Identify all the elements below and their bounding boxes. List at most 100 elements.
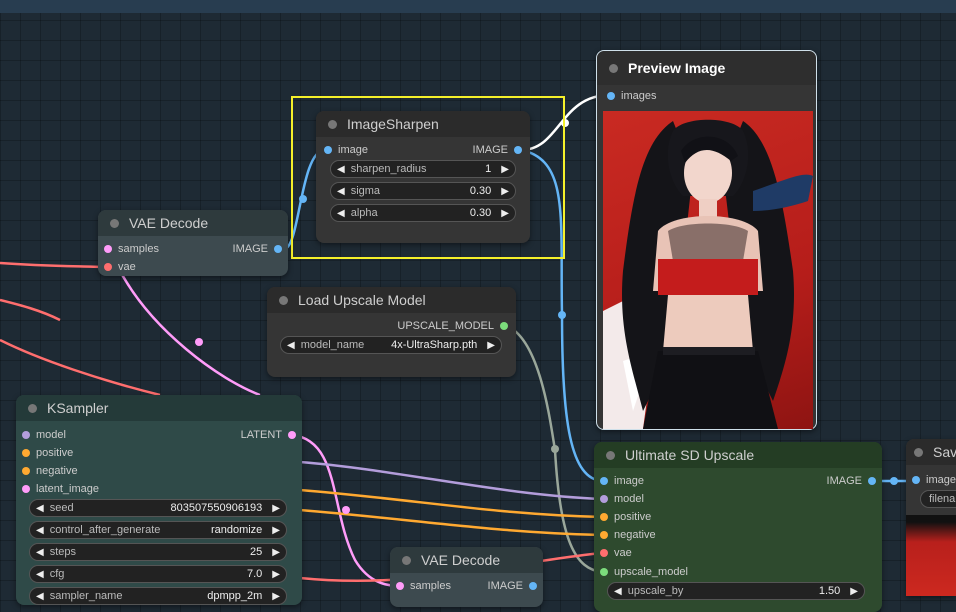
input-dot-icon[interactable] <box>912 476 920 484</box>
arrow-right-icon[interactable]: ▶ <box>501 164 509 175</box>
arrow-right-icon[interactable]: ▶ <box>501 208 509 219</box>
node-ultimate-sd-upscale[interactable]: Ultimate SD Upscale image model positive… <box>594 442 882 612</box>
arrow-left-icon[interactable]: ◀ <box>36 503 44 514</box>
arrow-left-icon[interactable]: ◀ <box>36 591 44 602</box>
input-slot-images[interactable]: images <box>908 473 956 487</box>
output-slot-image[interactable]: IMAGE <box>233 242 286 256</box>
arrow-left-icon[interactable]: ◀ <box>337 208 345 219</box>
input-dot-icon[interactable] <box>600 513 608 521</box>
widget-control-after-generate[interactable]: ◀ control_after_generate randomize ▶ <box>29 521 287 539</box>
widget-seed[interactable]: ◀ seed 803507550906193 ▶ <box>29 499 287 517</box>
node-title-bar[interactable]: VAE Decode <box>98 210 288 236</box>
input-dot-icon[interactable] <box>104 245 112 253</box>
arrow-right-icon[interactable]: ▶ <box>850 586 858 597</box>
circle-dot-icon[interactable] <box>328 119 337 129</box>
widget-upscale-by[interactable]: ◀ upscale_by 1.50 ▶ <box>607 582 865 600</box>
output-dot-icon[interactable] <box>868 477 876 485</box>
widget-sigma[interactable]: ◀ sigma 0.30 ▶ <box>330 182 516 200</box>
input-slot-positive[interactable]: positive <box>18 446 73 460</box>
widget-sharpen-radius[interactable]: ◀ sharpen_radius 1 ▶ <box>330 160 516 178</box>
input-dot-icon[interactable] <box>396 582 404 590</box>
input-slot-vae[interactable]: vae <box>100 260 136 274</box>
arrow-right-icon[interactable]: ▶ <box>487 340 495 351</box>
output-slot-upscale-model[interactable]: UPSCALE_MODEL <box>397 319 512 333</box>
input-dot-icon[interactable] <box>600 531 608 539</box>
input-slot-image[interactable]: image <box>320 143 368 157</box>
node-title-bar[interactable]: ImageSharpen <box>316 111 530 137</box>
input-dot-icon[interactable] <box>22 485 30 493</box>
output-dot-icon[interactable] <box>514 146 522 154</box>
arrow-left-icon[interactable]: ◀ <box>36 547 44 558</box>
node-vae-decode-2[interactable]: VAE Decode samples IMAGE <box>390 547 543 607</box>
input-dot-icon[interactable] <box>600 549 608 557</box>
arrow-right-icon[interactable]: ▶ <box>272 503 280 514</box>
input-slot-samples[interactable]: samples <box>392 579 451 593</box>
node-preview-image[interactable]: Preview Image images <box>596 50 817 430</box>
output-slot-image[interactable]: IMAGE <box>473 143 526 157</box>
input-slot-model[interactable]: model <box>596 492 644 506</box>
widget-steps[interactable]: ◀ steps 25 ▶ <box>29 543 287 561</box>
input-dot-icon[interactable] <box>324 146 332 154</box>
input-dot-icon[interactable] <box>607 92 615 100</box>
widget-alpha[interactable]: ◀ alpha 0.30 ▶ <box>330 204 516 222</box>
circle-dot-icon[interactable] <box>914 447 923 457</box>
node-image-sharpen[interactable]: ImageSharpen image IMAGE ◀ sharpen_radiu… <box>316 111 530 243</box>
arrow-right-icon[interactable]: ▶ <box>272 525 280 536</box>
input-dot-icon[interactable] <box>600 477 608 485</box>
arrow-left-icon[interactable]: ◀ <box>614 586 622 597</box>
arrow-right-icon[interactable]: ▶ <box>272 547 280 558</box>
input-dot-icon[interactable] <box>104 263 112 271</box>
node-load-upscale-model[interactable]: Load Upscale Model UPSCALE_MODEL ◀ model… <box>267 287 516 377</box>
input-dot-icon[interactable] <box>600 495 608 503</box>
widget-filename-prefix[interactable]: filena <box>920 490 956 508</box>
input-slot-vae[interactable]: vae <box>596 546 632 560</box>
input-slot-images[interactable]: images <box>603 89 656 103</box>
node-title-bar[interactable]: Preview Image <box>597 51 816 85</box>
arrow-right-icon[interactable]: ▶ <box>272 569 280 580</box>
node-title-bar[interactable]: Ultimate SD Upscale <box>594 442 882 468</box>
output-slot-image[interactable]: IMAGE <box>488 579 541 593</box>
widget-cfg[interactable]: ◀ cfg 7.0 ▶ <box>29 565 287 583</box>
input-slot-model[interactable]: model <box>18 428 66 442</box>
input-dot-icon[interactable] <box>22 431 30 439</box>
node-title-bar[interactable]: Sav <box>906 439 956 465</box>
input-slot-samples[interactable]: samples <box>100 242 159 256</box>
input-slot-image[interactable]: image <box>596 474 644 488</box>
input-slot-latent-image[interactable]: latent_image <box>18 482 99 496</box>
output-dot-icon[interactable] <box>288 431 296 439</box>
node-save-image[interactable]: Sav images filena <box>906 439 956 596</box>
input-dot-icon[interactable] <box>22 449 30 457</box>
circle-dot-icon[interactable] <box>402 555 411 565</box>
output-slot-latent[interactable]: LATENT <box>241 428 300 442</box>
input-slot-negative[interactable]: negative <box>18 464 78 478</box>
node-title: KSampler <box>47 400 109 416</box>
input-slot-positive[interactable]: positive <box>596 510 651 524</box>
widget-sampler-name[interactable]: ◀ sampler_name dpmpp_2m ▶ <box>29 587 287 605</box>
output-dot-icon[interactable] <box>500 322 508 330</box>
node-ksampler[interactable]: KSampler model positive negative latent_… <box>16 395 302 605</box>
node-title-bar[interactable]: VAE Decode <box>390 547 543 573</box>
circle-dot-icon[interactable] <box>28 403 37 413</box>
input-dot-icon[interactable] <box>600 568 608 576</box>
circle-dot-icon[interactable] <box>279 295 288 305</box>
input-slot-negative[interactable]: negative <box>596 528 656 542</box>
arrow-left-icon[interactable]: ◀ <box>36 525 44 536</box>
output-dot-icon[interactable] <box>529 582 537 590</box>
node-title-bar[interactable]: Load Upscale Model <box>267 287 516 313</box>
circle-dot-icon[interactable] <box>609 63 618 73</box>
circle-dot-icon[interactable] <box>110 218 119 228</box>
arrow-left-icon[interactable]: ◀ <box>337 186 345 197</box>
arrow-right-icon[interactable]: ▶ <box>501 186 509 197</box>
input-dot-icon[interactable] <box>22 467 30 475</box>
output-dot-icon[interactable] <box>274 245 282 253</box>
output-slot-image[interactable]: IMAGE <box>827 474 880 488</box>
node-vae-decode[interactable]: VAE Decode samples vae IMAGE <box>98 210 288 276</box>
node-title-bar[interactable]: KSampler <box>16 395 302 421</box>
arrow-left-icon[interactable]: ◀ <box>287 340 295 351</box>
arrow-left-icon[interactable]: ◀ <box>36 569 44 580</box>
arrow-left-icon[interactable]: ◀ <box>337 164 345 175</box>
arrow-right-icon[interactable]: ▶ <box>272 591 280 602</box>
input-slot-upscale-model[interactable]: upscale_model <box>596 565 688 579</box>
widget-model-name[interactable]: ◀ model_name 4x-UltraSharp.pth ▶ <box>280 336 502 354</box>
circle-dot-icon[interactable] <box>606 450 615 460</box>
